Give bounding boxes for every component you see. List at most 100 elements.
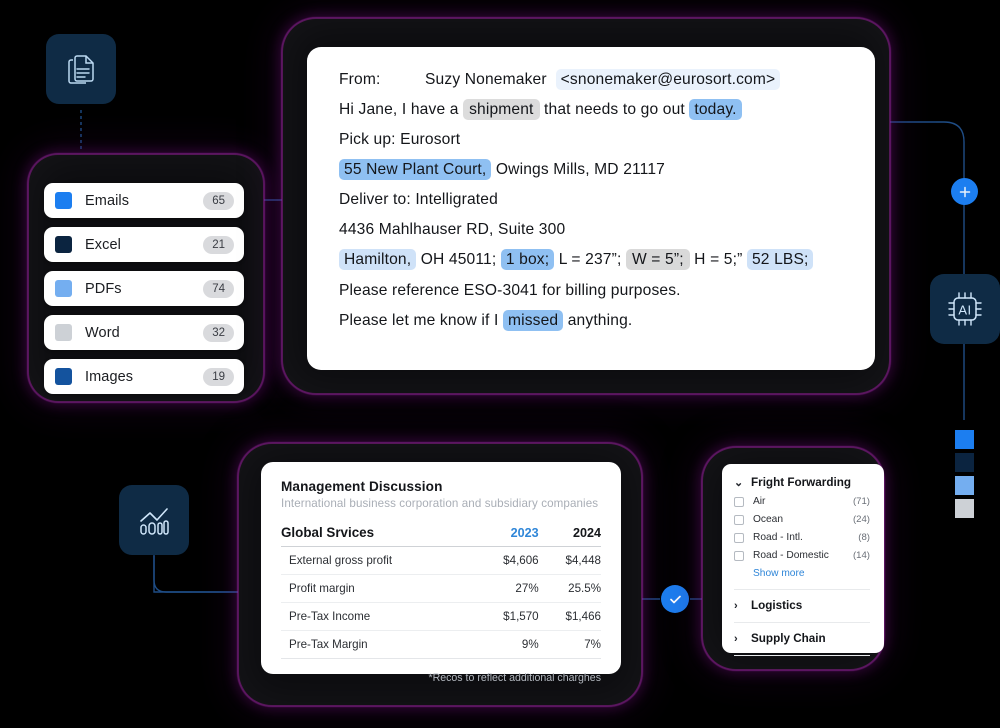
column-header-2024[interactable]: 2024 [539, 525, 601, 547]
column-header-label: Global Srvices [281, 525, 375, 540]
from-label: From: [339, 71, 381, 88]
pdfs-color-swatch [55, 280, 72, 297]
financial-footnote: *Recos to reflect additional charghes [428, 672, 601, 684]
filter-option-count: (71) [852, 496, 870, 507]
column-header-2023[interactable]: 2023 [476, 525, 539, 547]
show-more-link[interactable]: Show more [753, 568, 870, 579]
reference-text: Please reference ESO-3041 for billing pu… [339, 281, 681, 299]
sidebar-item-label: PDFs [85, 280, 122, 297]
sidebar-item-excel[interactable]: Excel 21 [44, 227, 244, 262]
entity-pickup-street: 55 New Plant Court, [339, 159, 492, 181]
closing-text-b: anything. [567, 311, 633, 329]
sidebar-item-count: 65 [203, 191, 234, 210]
filter-group-label: Logistics [751, 599, 803, 612]
filter-option-air[interactable]: Air (71) [734, 496, 870, 507]
filter-group-logistics[interactable]: › Logistics [734, 599, 870, 612]
financial-subtitle: International business corporation and s… [281, 497, 599, 510]
ai-chip-icon: AI [948, 292, 982, 326]
sidebar-item-pdfs[interactable]: PDFs 74 [44, 271, 244, 306]
analytics-icon-tile[interactable] [119, 485, 189, 555]
chevron-down-icon: ⌄ [734, 477, 744, 489]
row-value-2023: $1,570 [476, 602, 539, 631]
row-value-2024: $4,448 [538, 546, 601, 575]
filter-option-label: Road - Domestic [753, 550, 829, 561]
done-node[interactable] [661, 585, 689, 613]
row-value-2024: 25.5% [538, 574, 601, 603]
images-color-swatch [55, 368, 72, 385]
filter-group-fright-forwarding[interactable]: ⌄ Fright Forwarding [734, 476, 870, 489]
sidebar-item-count: 19 [203, 367, 234, 386]
legend-square-word [955, 499, 974, 518]
entity-today: today. [689, 99, 742, 121]
filter-group-supply-chain[interactable]: › Supply Chain [734, 632, 870, 645]
diagram-canvas: Emails 65 Excel 21 PDFs 74 Word 32 Image… [0, 0, 1000, 728]
check-icon [669, 595, 681, 603]
email-pickup-line: Pick up: Eurosort [339, 131, 849, 149]
sidebar-item-images[interactable]: Images 19 [44, 359, 244, 394]
email-from-line: From: Suzy Nonemaker <snonemaker@eurosort… [339, 69, 849, 90]
chevron-right-icon: › [734, 632, 738, 645]
checkbox-icon[interactable] [734, 496, 744, 507]
ai-icon-tile[interactable]: AI [930, 274, 1000, 344]
row-value-2024: $1,466 [538, 602, 601, 631]
sidebar-item-count: 21 [203, 235, 234, 254]
legend-square-emails [955, 430, 974, 449]
filter-option-road-domestic[interactable]: Road - Domestic (14) [734, 550, 870, 561]
table-row: Profit margin 27% 25.5% [281, 574, 601, 603]
deliver-state-text: OH 45011; [420, 251, 497, 269]
row-label: Pre-Tax Income [281, 602, 477, 631]
email-deliver-line: Deliver to: Intelligrated [339, 191, 849, 209]
filter-option-count: (14) [852, 550, 870, 561]
email-closing-line: Please let me know if I missed anything. [339, 309, 849, 331]
filter-group-label: Fright Forwarding [751, 476, 851, 489]
sidebar-item-label: Excel [85, 236, 121, 253]
sidebar-item-emails[interactable]: Emails 65 [44, 183, 244, 218]
row-label: Pre-Tax Margin [281, 630, 477, 659]
filters-card: ⌄ Fright Forwarding Air (71) Ocean (24) … [722, 464, 884, 656]
filter-option-road-intl[interactable]: Road - Intl. (8) [734, 532, 870, 543]
word-color-swatch [55, 324, 72, 341]
row-value-2023: 27% [476, 574, 539, 603]
add-node[interactable] [951, 178, 978, 205]
financial-table: Global Srvices 2023 2024 External gross … [281, 525, 601, 659]
email-reference-line: Please reference ESO-3041 for billing pu… [339, 282, 849, 300]
filter-group-label: Supply Chain [751, 632, 826, 645]
checkbox-icon[interactable] [734, 550, 744, 561]
legend-square-excel [955, 453, 974, 472]
bar-chart-trend-icon [140, 508, 169, 535]
filter-option-label: Air [753, 496, 766, 507]
table-row: External gross profit $4,606 $4,448 [281, 546, 601, 575]
sidebar-item-label: Images [85, 368, 134, 385]
checkbox-icon[interactable] [734, 532, 744, 543]
file-types-list: Emails 65 Excel 21 PDFs 74 Word 32 Image… [44, 183, 244, 403]
sidebar-item-word[interactable]: Word 32 [44, 315, 244, 350]
email-dimensions-line: Hamilton, OH 45011; 1 box; L = 237”; W =… [339, 249, 849, 271]
entity-hamilton: Hamilton, [339, 249, 417, 271]
filter-option-ocean[interactable]: Ocean (24) [734, 514, 870, 525]
legend-square-pdfs [955, 476, 974, 495]
checkbox-icon[interactable] [734, 514, 744, 525]
svg-text:AI: AI [958, 303, 971, 318]
pickup-city-text: Owings Mills, MD 21117 [495, 161, 665, 179]
emails-color-swatch [55, 192, 72, 209]
email-greeting-line: Hi Jane, I have a shipment that needs to… [339, 99, 849, 121]
pickup-text: Pick up: Eurosort [339, 131, 461, 149]
row-label: External gross profit [281, 546, 477, 575]
sidebar-item-count: 74 [203, 279, 234, 298]
entity-shipment: shipment [463, 99, 540, 121]
closing-text-a: Please let me know if I [339, 311, 499, 329]
documents-icon-tile[interactable] [46, 34, 116, 104]
row-value-2023: $4,606 [476, 546, 539, 575]
row-value-2023: 9% [476, 630, 539, 659]
table-header-row: Global Srvices 2023 2024 [281, 525, 601, 547]
email-pickup-address-line: 55 New Plant Court, Owings Mills, MD 211… [339, 159, 849, 181]
email-card: From: Suzy Nonemaker <snonemaker@eurosort… [307, 47, 875, 370]
dimension-length: L = 237”; [558, 251, 622, 269]
financial-title: Management Discussion [281, 479, 443, 494]
greeting-text-b: that needs to go out [544, 101, 685, 119]
deliver-text: Deliver to: Intelligrated [339, 191, 498, 209]
greeting-text-a: Hi Jane, I have a [339, 101, 459, 119]
row-value-2024: 7% [538, 630, 601, 659]
table-row: Pre-Tax Income $1,570 $1,466 [281, 602, 601, 631]
sender-name: Suzy Nonemaker [425, 71, 547, 88]
